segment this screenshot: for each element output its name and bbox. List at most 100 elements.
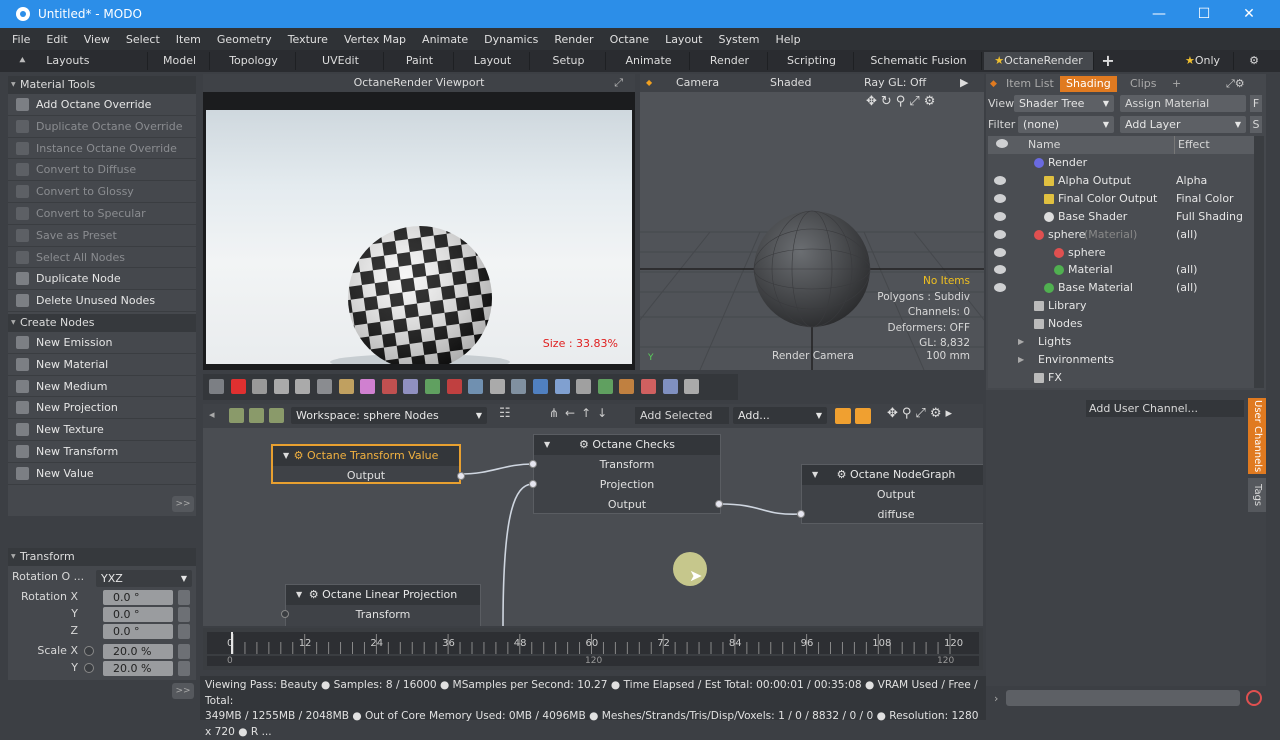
- spinner-icon[interactable]: [178, 644, 190, 659]
- viewport-expand-icon[interactable]: ▶: [960, 74, 968, 92]
- only-toggle[interactable]: Only: [1172, 52, 1234, 70]
- add-tab-button[interactable]: +: [1096, 52, 1120, 70]
- create-new-emission[interactable]: New Emission: [8, 332, 196, 354]
- tab-scripting[interactable]: Scripting: [770, 52, 854, 70]
- create-new-texture[interactable]: New Texture: [8, 419, 196, 441]
- add-layer-dropdown[interactable]: Add Layer: [1120, 116, 1246, 133]
- spinner-icon[interactable]: [178, 590, 190, 605]
- visibility-eye-icon[interactable]: [994, 211, 1006, 221]
- value-field[interactable]: 20.0 %: [103, 661, 173, 676]
- octane-tool-icon[interactable]: [403, 379, 419, 394]
- f-button[interactable]: F: [1250, 95, 1262, 112]
- maximize-viewport-icon[interactable]: ⤢: [614, 76, 623, 90]
- node-tool3-icon[interactable]: [269, 408, 284, 423]
- tool-delete-unused-nodes[interactable]: Delete Unused Nodes: [8, 290, 196, 312]
- menu-animate[interactable]: Animate: [422, 33, 468, 46]
- expand-arrow-icon[interactable]: ›: [994, 692, 998, 705]
- highlight-toggle-icon[interactable]: [835, 408, 851, 424]
- tab-render[interactable]: Render: [692, 52, 768, 70]
- tree-row-fx[interactable]: FX: [988, 369, 1256, 387]
- close-button[interactable]: ✕: [1226, 0, 1272, 28]
- menu-file[interactable]: File: [12, 33, 30, 46]
- tool-duplicate-node[interactable]: Duplicate Node: [8, 268, 196, 291]
- octane-tool-icon[interactable]: [597, 379, 613, 394]
- tree-row-sphere[interactable]: sphere (Material) (all): [988, 226, 1256, 244]
- collapse-icon[interactable]: ◂: [209, 408, 215, 421]
- octane-tool-icon[interactable]: [662, 379, 678, 394]
- tab-animate[interactable]: Animate: [608, 52, 690, 70]
- tree-row-alpha-output[interactable]: Alpha Output Alpha: [988, 172, 1256, 190]
- octane-tool-icon[interactable]: [360, 379, 376, 394]
- tool-duplicate-octane-override[interactable]: Duplicate Octane Override: [8, 116, 196, 138]
- more-button[interactable]: >>: [172, 496, 194, 512]
- menu-texture[interactable]: Texture: [288, 33, 328, 46]
- node-port-output[interactable]: Output: [273, 466, 459, 486]
- tab-user-channels[interactable]: User Channels: [1248, 398, 1266, 474]
- output-port[interactable]: [457, 472, 465, 480]
- tree-row-material[interactable]: Material (all): [988, 261, 1256, 279]
- octane-tool-icon[interactable]: [511, 379, 527, 394]
- tree-row-final-color-output[interactable]: Final Color Output Final Color: [988, 190, 1256, 208]
- node-port-transform[interactable]: Transform: [534, 455, 720, 475]
- tree-row-library[interactable]: Library: [988, 297, 1256, 315]
- menu-view[interactable]: View: [84, 33, 110, 46]
- create-new-transform[interactable]: New Transform: [8, 441, 196, 463]
- timeline[interactable]: 01224364860728496108120 0 120 120: [203, 628, 983, 670]
- tree-row-environments[interactable]: ▶ Environments: [988, 351, 1256, 369]
- value-field[interactable]: 20.0 %: [103, 644, 173, 659]
- create-new-medium[interactable]: New Medium: [8, 376, 196, 398]
- value-field[interactable]: 0.0 °: [103, 590, 173, 605]
- menu-edit[interactable]: Edit: [46, 33, 67, 46]
- octane-tool-icon[interactable]: [533, 379, 548, 394]
- tab-layout[interactable]: Layout: [456, 52, 530, 70]
- panel-menu-icon[interactable]: ◆: [990, 76, 997, 92]
- panel-options-icon[interactable]: ⤢⚙: [1226, 76, 1245, 92]
- octane-tool-icon[interactable]: [317, 379, 332, 394]
- octane-tool-icon[interactable]: [338, 379, 354, 394]
- create-new-material[interactable]: New Material: [8, 354, 196, 376]
- output-port[interactable]: [715, 500, 723, 508]
- tab-octanerender[interactable]: OctaneRender: [984, 52, 1094, 70]
- rotation-order-dropdown[interactable]: YXZ: [96, 570, 192, 587]
- tool-instance-octane-override[interactable]: Instance Octane Override: [8, 138, 196, 160]
- tab-schematic-fusion[interactable]: Schematic Fusion: [856, 52, 982, 70]
- node-graph-canvas[interactable]: ⚙ Octane Transform Value Output ⚙ Octane…: [203, 428, 983, 626]
- transform-input-port[interactable]: [529, 460, 537, 468]
- node-octane-transform-value[interactable]: ⚙ Octane Transform Value Output: [271, 444, 465, 486]
- camera-dropdown[interactable]: Camera: [676, 74, 719, 92]
- menu-render[interactable]: Render: [554, 33, 593, 46]
- menu-geometry[interactable]: Geometry: [217, 33, 272, 46]
- tree-row-lights[interactable]: ▶ Lights: [988, 333, 1256, 351]
- tree-row-render[interactable]: Render: [988, 154, 1256, 172]
- raygl-toggle[interactable]: Ray GL: Off: [864, 74, 926, 92]
- octane-tool-icon[interactable]: [554, 379, 570, 394]
- command-input[interactable]: [1006, 690, 1240, 706]
- node-tool-icon[interactable]: [229, 408, 244, 423]
- add-user-channel-button[interactable]: Add User Channel...: [1086, 400, 1244, 417]
- tab-topology[interactable]: Topology: [212, 52, 296, 70]
- octane-tool-icon[interactable]: [489, 379, 505, 394]
- create-new-value[interactable]: New Value: [8, 463, 196, 485]
- tab-item-list[interactable]: Item List: [1006, 76, 1054, 92]
- visibility-eye-icon[interactable]: [994, 247, 1006, 257]
- channel-dot-icon[interactable]: [84, 663, 94, 673]
- playhead[interactable]: [231, 632, 233, 654]
- maximize-button[interactable]: ☐: [1181, 0, 1227, 28]
- menu-dynamics[interactable]: Dynamics: [484, 33, 538, 46]
- menu-item[interactable]: Item: [176, 33, 201, 46]
- spinner-icon[interactable]: [178, 624, 190, 639]
- tree-row-base-material[interactable]: Base Material (all): [988, 279, 1256, 297]
- tree-row-base-shader[interactable]: Base Shader Full Shading: [988, 208, 1256, 226]
- node-port-transform[interactable]: Transform: [286, 605, 480, 625]
- visibility-eye-icon[interactable]: [994, 265, 1006, 275]
- material-tools-header[interactable]: Material Tools: [8, 76, 196, 94]
- expand-arrow-icon[interactable]: ▶: [1018, 333, 1024, 351]
- octane-tool-icon[interactable]: [252, 379, 268, 394]
- spinner-icon[interactable]: [178, 661, 190, 676]
- node-port-output[interactable]: Output: [534, 495, 720, 515]
- tab-uvedit[interactable]: UVEdit: [298, 52, 384, 70]
- node-tool2-icon[interactable]: [249, 408, 264, 423]
- tab-tags[interactable]: Tags: [1248, 478, 1266, 512]
- value-field[interactable]: 0.0 °: [103, 607, 173, 622]
- projection-input-port[interactable]: [529, 480, 537, 488]
